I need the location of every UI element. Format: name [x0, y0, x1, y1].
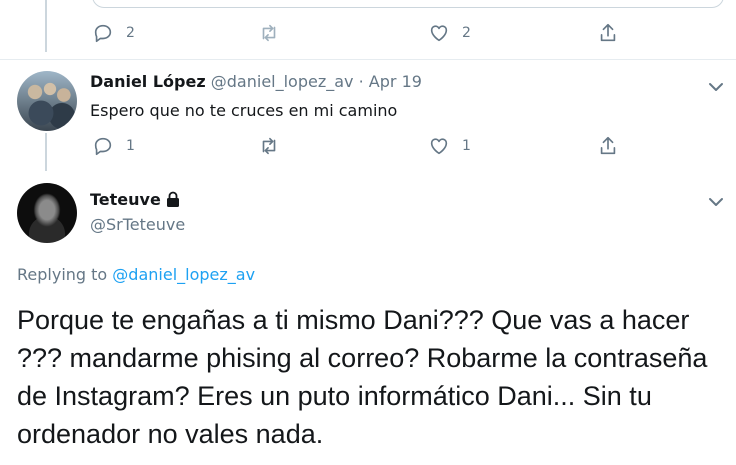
previous-tweet-actions: 2 2: [92, 22, 622, 48]
chevron-down-icon: [709, 198, 723, 206]
reply-count: 1: [126, 138, 135, 154]
share-icon: [600, 136, 616, 155]
avatar[interactable]: [17, 183, 77, 243]
tweet-date[interactable]: Apr 19: [369, 72, 422, 91]
retweet-button[interactable]: [258, 135, 292, 157]
main-tweet-name-row: Teteuve: [90, 190, 181, 209]
like-count: 1: [462, 138, 471, 154]
retweet-icon: [262, 24, 276, 42]
reply-icon: [94, 137, 112, 156]
more-options-button[interactable]: [708, 193, 724, 206]
like-button[interactable]: 1: [428, 135, 471, 157]
more-options-button[interactable]: [708, 78, 724, 91]
heart-icon: [430, 138, 448, 155]
like-button[interactable]: 2: [428, 22, 471, 44]
reply-icon: [94, 24, 112, 43]
divider: [0, 59, 736, 60]
retweet-button[interactable]: [258, 22, 292, 44]
user-handle[interactable]: @daniel_lopez_av: [211, 72, 354, 91]
reply-tweet-actions: 1 1: [92, 135, 622, 161]
reply-count: 2: [126, 25, 135, 41]
tweet-text: Espero que no te cruces en mi camino: [90, 101, 398, 120]
replying-prefix: Replying to: [17, 265, 108, 284]
replying-to-link[interactable]: @daniel_lopez_av: [112, 265, 255, 284]
like-count: 2: [462, 25, 471, 41]
heart-icon: [430, 25, 448, 42]
reply-button[interactable]: 1: [92, 135, 135, 157]
display-name[interactable]: Daniel López: [90, 72, 206, 91]
user-handle[interactable]: @SrTeteuve: [90, 215, 185, 234]
display-name[interactable]: Teteuve: [90, 190, 161, 209]
avatar[interactable]: [17, 71, 77, 131]
replying-to: Replying to @daniel_lopez_av: [17, 265, 255, 284]
chevron-down-icon: [709, 83, 723, 91]
share-button[interactable]: [597, 135, 619, 157]
thread-line: [45, 133, 47, 171]
reply-button[interactable]: 2: [92, 22, 135, 44]
share-button[interactable]: [597, 22, 619, 44]
lock-icon: [166, 191, 179, 207]
retweet-icon: [262, 137, 276, 155]
separator: ·: [358, 72, 364, 91]
share-icon: [600, 23, 616, 42]
thread-line: [45, 0, 47, 52]
main-tweet-text: Porque te engañas a ti mismo Dani??? Que…: [17, 305, 708, 449]
previous-tweet-card[interactable]: [92, 0, 724, 8]
reply-tweet-header: Daniel López @daniel_lopez_av · Apr 19: [90, 72, 422, 91]
